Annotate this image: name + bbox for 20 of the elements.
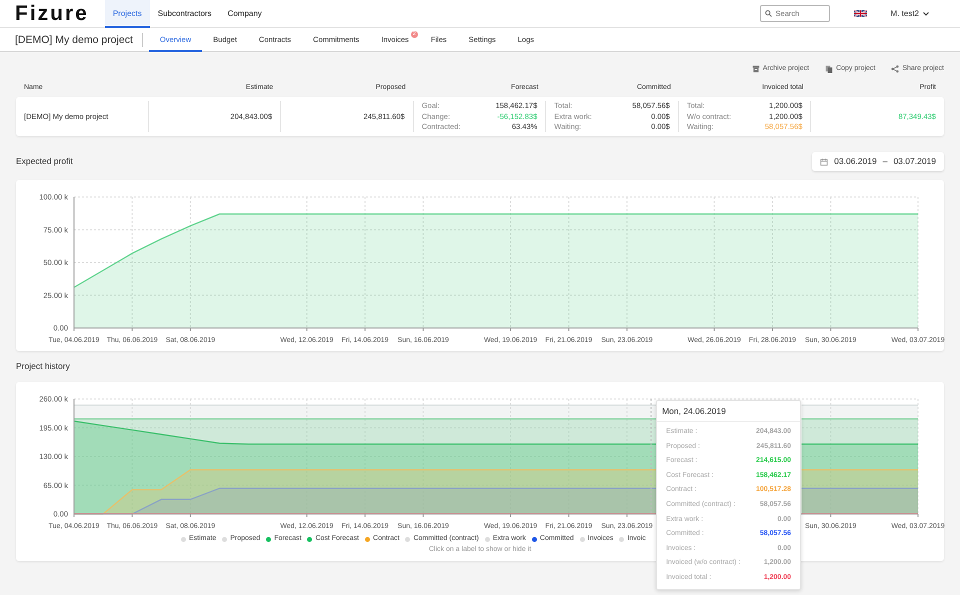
tooltip-title: Mon, 24.06.2019 (657, 401, 800, 422)
nav-tab[interactable]: Company (220, 0, 270, 28)
copy-icon (825, 65, 834, 74)
caret-icon (923, 12, 929, 16)
logo[interactable]: Fizure (15, 0, 89, 28)
range-separator: – (882, 155, 888, 168)
archive-icon (752, 65, 760, 74)
flag-icon[interactable] (854, 9, 867, 18)
date-text: 03.07.2019 (893, 155, 936, 168)
project-title: [DEMO] My demo project (15, 32, 143, 46)
section-title: Project history (16, 360, 71, 372)
date-text: 03.06.2019 (834, 155, 877, 168)
search-icon (764, 10, 772, 17)
share-icon (891, 65, 900, 74)
user-menu[interactable]: M. test2 (890, 8, 929, 20)
section-title: Expected profit (16, 155, 73, 168)
nav-tab[interactable]: Subcontractors (150, 0, 220, 28)
date-range-picker[interactable]: 03.06.2019 – 03.07.2019 (812, 152, 944, 171)
calendar-icon (820, 158, 828, 166)
nav-tab[interactable]: Projects (104, 0, 150, 28)
